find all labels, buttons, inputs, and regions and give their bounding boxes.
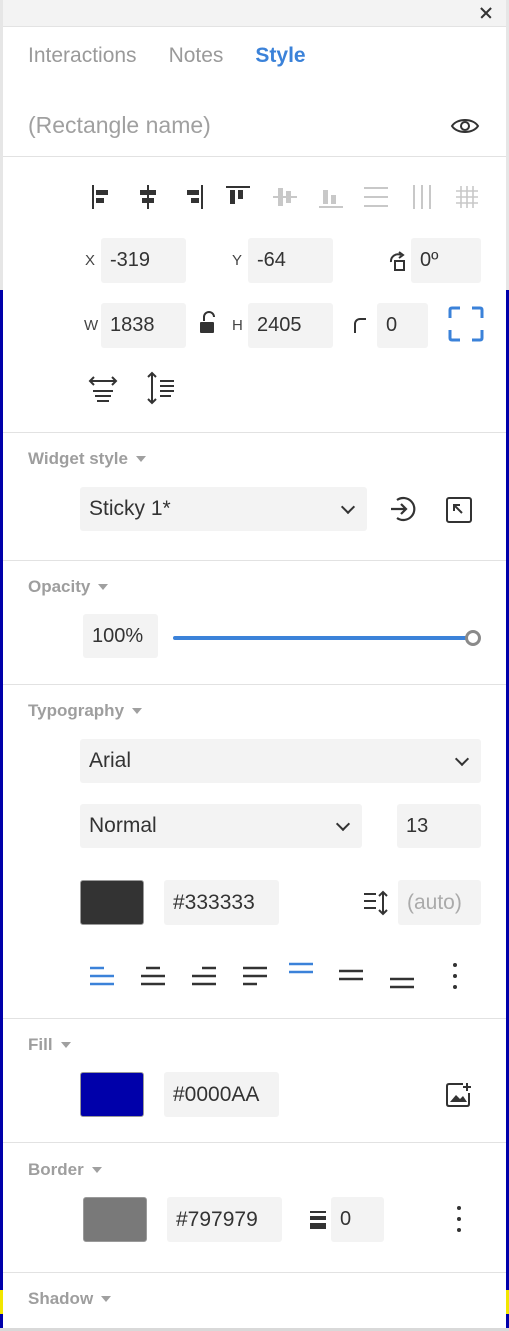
text-align-left-icon[interactable] [89,965,115,987]
caret-down-icon [132,708,143,714]
align-top-icon[interactable] [225,184,251,210]
line-height-field[interactable]: (auto) [398,880,481,925]
typography-section-header[interactable]: Typography [28,701,143,721]
align-bottom-icon[interactable] [318,184,344,210]
rotate-icon [389,251,405,271]
caret-down-icon [60,1042,71,1048]
divider [3,1142,506,1143]
typography-title: Typography [28,701,125,720]
rotation-field[interactable]: 0º [411,238,481,283]
tab-bar: Interactions Notes Style [28,44,306,74]
caret-down-icon [91,1167,102,1173]
width-field[interactable]: 1838 [101,303,186,348]
widget-style-section-header[interactable]: Widget style [28,449,146,469]
fill-section-header[interactable]: Fill [28,1035,71,1055]
w-label: W [84,317,99,334]
lock-open-icon[interactable] [197,310,219,336]
opacity-slider-track[interactable] [173,636,473,640]
divider [3,156,506,157]
x-label: X [85,252,96,269]
auto-fit-width-icon[interactable] [87,374,119,404]
align-center-icon[interactable] [136,184,160,210]
caret-down-icon [98,584,109,590]
widget-style-select[interactable]: Sticky 1* [80,487,367,531]
chevron-down-icon [454,751,470,767]
text-color-swatch[interactable] [80,880,144,925]
grid-icon[interactable] [454,184,480,210]
widget-style-title: Widget style [28,449,128,468]
font-family-value: Arial [89,749,132,772]
style-panel: Interactions Notes Style (Rectangle name… [3,0,506,1328]
border-width-field[interactable]: 0 [331,1197,384,1242]
divider [3,684,506,685]
align-left-icon[interactable] [90,184,114,210]
text-color-hex-field[interactable]: #333333 [164,880,279,925]
fit-frame-icon[interactable] [448,306,484,342]
divider [3,1018,506,1019]
font-size-field[interactable]: 13 [397,804,481,848]
fill-color-hex-field[interactable]: #0000AA [164,1072,279,1117]
y-field[interactable]: -64 [248,238,333,283]
valign-middle-icon[interactable] [338,967,364,985]
divider [3,432,506,433]
divider [3,1272,506,1273]
auto-fit-height-icon[interactable] [143,370,177,406]
border-thickness-icon [310,1211,326,1229]
fill-color-swatch[interactable] [80,1072,144,1117]
font-weight-select[interactable]: Normal [80,804,362,848]
opacity-slider-handle[interactable] [465,630,481,646]
align-middle-icon[interactable] [272,184,298,210]
align-right-icon[interactable] [181,184,205,210]
border-color-swatch[interactable] [83,1197,147,1242]
apply-style-icon[interactable] [388,494,418,524]
caret-down-icon [101,1296,112,1302]
rectangle-name-input[interactable]: (Rectangle name) [28,112,211,139]
distribute-vertical-icon[interactable] [363,184,389,210]
opacity-title: Opacity [28,577,91,596]
shadow-section-header[interactable]: Shadow [28,1289,112,1309]
chevron-down-icon [340,499,356,515]
chevron-down-icon [335,816,351,832]
text-align-justify-icon[interactable] [242,965,268,987]
widget-style-value: Sticky 1* [89,497,171,520]
caret-down-icon [135,456,146,462]
distribute-horizontal-icon[interactable] [409,184,435,210]
eye-icon[interactable] [450,113,480,139]
close-icon[interactable] [476,3,496,23]
corner-radius-icon [354,318,366,333]
tab-interactions[interactable]: Interactions [28,44,137,74]
more-text-options-icon[interactable] [452,963,458,989]
tab-notes[interactable]: Notes [169,44,224,74]
line-height-icon [364,890,388,916]
divider [3,560,506,561]
text-align-center-icon[interactable] [140,965,166,987]
fill-title: Fill [28,1035,53,1054]
h-label: H [232,317,243,334]
border-title: Border [28,1160,84,1179]
corner-radius-field[interactable]: 0 [377,303,428,348]
shadow-title: Shadow [28,1289,94,1308]
y-label: Y [232,252,243,269]
image-fill-icon[interactable] [445,1081,473,1109]
panel-titlebar [3,0,506,27]
text-align-right-icon[interactable] [191,965,217,987]
tab-style[interactable]: Style [255,44,305,74]
font-family-select[interactable]: Arial [80,739,481,783]
height-field[interactable]: 2405 [248,303,333,348]
x-field[interactable]: -319 [101,238,186,283]
opacity-section-header[interactable]: Opacity [28,577,109,597]
valign-top-icon[interactable] [288,960,314,978]
font-weight-value: Normal [89,814,157,837]
edit-style-icon[interactable] [445,496,473,524]
more-border-options-icon[interactable] [456,1206,462,1232]
border-color-hex-field[interactable]: #797979 [167,1197,282,1242]
valign-bottom-icon[interactable] [389,975,415,993]
border-section-header[interactable]: Border [28,1160,102,1180]
opacity-field[interactable]: 100% [83,614,158,658]
